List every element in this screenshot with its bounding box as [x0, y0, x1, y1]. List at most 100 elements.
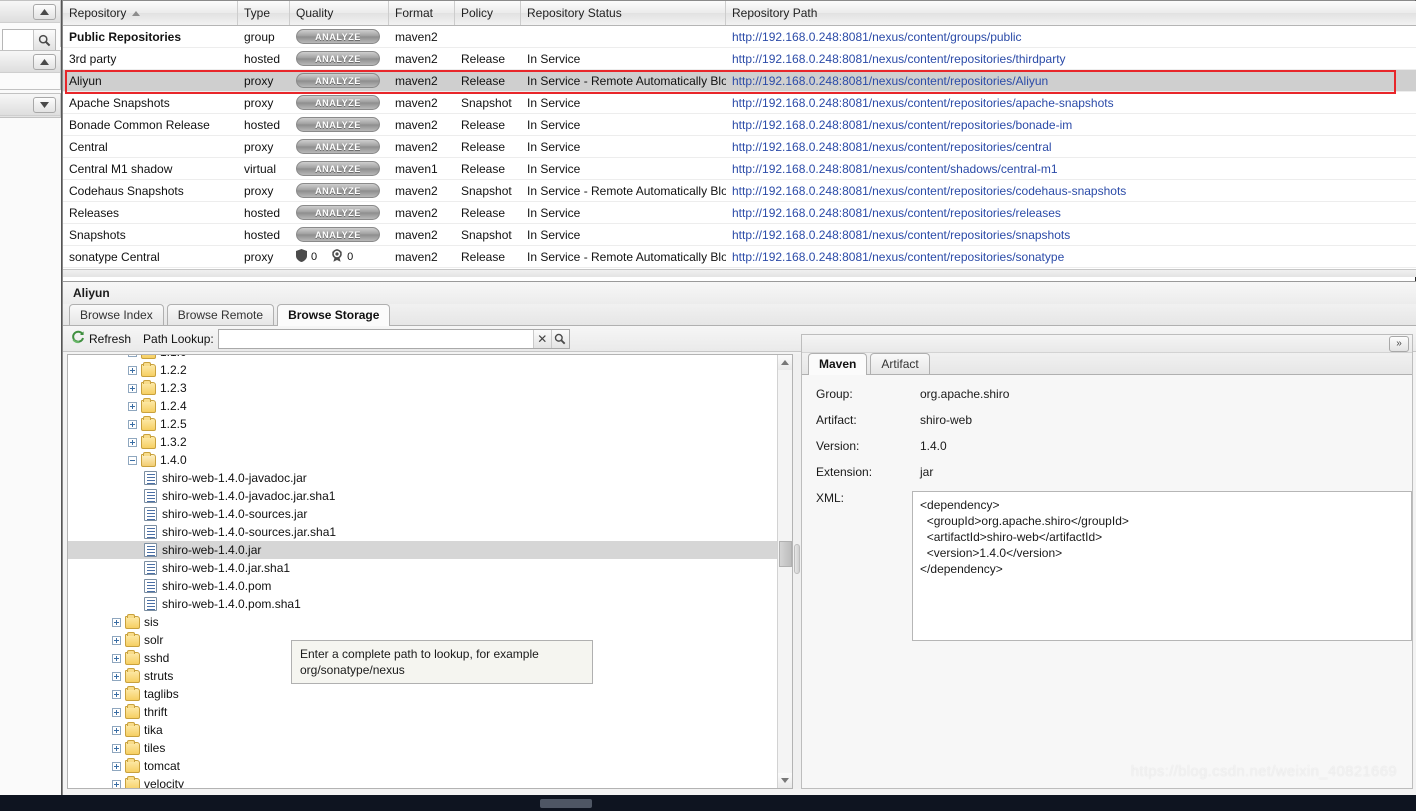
scroll-up-icon[interactable] — [778, 355, 792, 370]
xml-snippet[interactable]: <dependency> <groupId>org.apache.shiro</… — [912, 491, 1412, 641]
repository-path-link[interactable]: http://192.168.0.248:8081/nexus/content/… — [732, 52, 1066, 66]
tree-file-node[interactable]: shiro-web-1.4.0-sources.jar — [68, 505, 778, 523]
expand-node-icon[interactable] — [112, 653, 121, 663]
grid-column-header[interactable]: Repository Path — [726, 1, 1416, 25]
expand-node-icon[interactable] — [128, 383, 137, 393]
chevron-down-icon[interactable] — [33, 97, 56, 113]
tree-file-node[interactable]: shiro-web-1.4.0.jar — [68, 541, 778, 559]
expand-node-icon[interactable] — [128, 365, 137, 375]
horizontal-scrollbar-thumb[interactable] — [540, 799, 592, 808]
repository-path-link[interactable]: http://192.168.0.248:8081/nexus/content/… — [732, 162, 1058, 176]
analyze-button[interactable]: ANALYZE — [296, 139, 380, 154]
table-row[interactable]: Codehaus Snapshots proxy ANALYZE maven2 Snap… — [63, 180, 1416, 202]
analyze-button[interactable]: ANALYZE — [296, 183, 380, 198]
path-lookup-input[interactable] — [218, 329, 533, 348]
tree-folder-node[interactable]: sis — [68, 613, 778, 631]
sidebar-search[interactable] — [2, 29, 56, 52]
tab-maven[interactable]: Maven — [808, 353, 868, 375]
tree-folder-node[interactable]: tika — [68, 721, 778, 739]
expand-node-icon[interactable] — [128, 419, 137, 429]
tree-vertical-scrollbar[interactable] — [777, 355, 792, 788]
table-row[interactable]: Central M1 shadow virtual ANALYZE maven1 Rel… — [63, 158, 1416, 180]
table-row[interactable]: Bonade Common Release hosted ANALYZE maven2… — [63, 114, 1416, 136]
tree-file-node[interactable]: shiro-web-1.4.0-javadoc.jar — [68, 469, 778, 487]
search-icon[interactable] — [550, 329, 569, 348]
tree-folder-node[interactable]: thrift — [68, 703, 778, 721]
repository-path-link[interactable]: http://192.168.0.248:8081/nexus/content/… — [732, 250, 1064, 264]
expand-node-icon[interactable] — [112, 635, 121, 645]
expand-node-icon[interactable] — [112, 725, 121, 735]
tree-folder-node[interactable]: 1.2.4 — [68, 397, 778, 415]
search-input[interactable] — [3, 30, 33, 51]
tree-folder-node[interactable]: taglibs — [68, 685, 778, 703]
expand-node-icon[interactable] — [128, 437, 137, 447]
grid-column-header[interactable]: Repository Status — [521, 1, 726, 25]
tree-file-node[interactable]: shiro-web-1.4.0.pom — [68, 577, 778, 595]
refresh-button[interactable]: Refresh — [71, 330, 131, 347]
analyze-button[interactable]: ANALYZE — [296, 117, 380, 132]
expand-node-icon[interactable] — [112, 689, 121, 699]
repository-path-link[interactable]: http://192.168.0.248:8081/nexus/content/… — [732, 30, 1022, 44]
repository-path-link[interactable]: http://192.168.0.248:8081/nexus/content/… — [732, 96, 1114, 110]
tab-browse-remote[interactable]: Browse Remote — [166, 304, 275, 325]
expand-node-icon[interactable] — [112, 617, 121, 627]
expand-node-icon[interactable] — [128, 401, 137, 411]
repository-path-link[interactable]: http://192.168.0.248:8081/nexus/content/… — [732, 228, 1070, 242]
table-row[interactable]: Central proxy ANALYZE maven2 Release In Servi… — [63, 136, 1416, 158]
grid-column-header[interactable]: Repository — [63, 1, 238, 25]
repository-path-link[interactable]: http://192.168.0.248:8081/nexus/content/… — [732, 74, 1048, 88]
tree-folder-node[interactable]: 1.1.0 — [68, 355, 778, 361]
splitter-grip[interactable] — [794, 544, 800, 574]
expand-node-icon[interactable] — [112, 743, 121, 753]
repository-path-link[interactable]: http://192.168.0.248:8081/nexus/content/… — [732, 184, 1126, 198]
table-row[interactable]: Aliyun proxy ANALYZE maven2 Release In Servic… — [63, 70, 1416, 92]
analyze-button[interactable]: ANALYZE — [296, 227, 380, 242]
grid-column-header[interactable]: Format — [389, 1, 455, 25]
tree-folder-node[interactable]: 1.3.2 — [68, 433, 778, 451]
analyze-button[interactable]: ANALYZE — [296, 161, 380, 176]
tree-file-node[interactable]: shiro-web-1.4.0.pom.sha1 — [68, 595, 778, 613]
tree-scrollbar-thumb[interactable] — [779, 541, 792, 567]
expand-node-icon[interactable] — [112, 779, 121, 788]
table-row[interactable]: Snapshots hosted ANALYZE maven2 Snapshot In S… — [63, 224, 1416, 246]
table-row[interactable]: sonatype Central proxy 0 0 maven2 Release In S… — [63, 246, 1416, 268]
table-row[interactable]: Public Repositories group ANALYZE maven2 htt… — [63, 26, 1416, 48]
collapse-node-icon[interactable] — [128, 455, 137, 465]
expand-node-icon[interactable] — [128, 355, 137, 357]
expand-node-icon[interactable] — [112, 761, 121, 771]
tree-folder-node[interactable]: 1.2.3 — [68, 379, 778, 397]
tree-folder-node[interactable]: tomcat — [68, 757, 778, 775]
analyze-button[interactable]: ANALYZE — [296, 73, 380, 88]
tree-folder-node[interactable]: velocity — [68, 775, 778, 788]
repository-path-link[interactable]: http://192.168.0.248:8081/nexus/content/… — [732, 140, 1052, 154]
grid-column-header[interactable]: Quality — [290, 1, 389, 25]
tree-file-node[interactable]: shiro-web-1.4.0-javadoc.jar.sha1 — [68, 487, 778, 505]
tree-file-node[interactable]: shiro-web-1.4.0.jar.sha1 — [68, 559, 778, 577]
tree-folder-node[interactable]: tiles — [68, 739, 778, 757]
expand-node-icon[interactable] — [112, 671, 121, 681]
tree-folder-node[interactable]: 1.2.2 — [68, 361, 778, 379]
table-row[interactable]: Apache Snapshots proxy ANALYZE maven2 Snapsh… — [63, 92, 1416, 114]
tab-artifact[interactable]: Artifact — [870, 353, 930, 374]
scroll-down-icon[interactable] — [778, 773, 792, 788]
chevron-up-icon[interactable] — [33, 4, 56, 20]
repository-path-link[interactable]: http://192.168.0.248:8081/nexus/content/… — [732, 206, 1061, 220]
expand-panel-button[interactable]: » — [1389, 336, 1409, 352]
close-icon[interactable]: ✕ — [532, 329, 551, 348]
panel-splitter[interactable] — [793, 354, 801, 789]
tree-folder-node[interactable]: 1.2.5 — [68, 415, 778, 433]
table-row[interactable]: Releases hosted ANALYZE maven2 Release In Ser… — [63, 202, 1416, 224]
expand-node-icon[interactable] — [112, 707, 121, 717]
analyze-button[interactable]: ANALYZE — [296, 29, 380, 44]
table-row[interactable]: 3rd party hosted ANALYZE maven2 Release In Se… — [63, 48, 1416, 70]
search-icon[interactable] — [33, 30, 55, 51]
tab-browse-index[interactable]: Browse Index — [69, 304, 164, 325]
repository-path-link[interactable]: http://192.168.0.248:8081/nexus/content/… — [732, 118, 1072, 132]
chevron-up-icon[interactable] — [33, 54, 56, 70]
grid-column-header[interactable]: Policy — [455, 1, 521, 25]
grid-column-header[interactable]: Type — [238, 1, 290, 25]
analyze-button[interactable]: ANALYZE — [296, 51, 380, 66]
analyze-button[interactable]: ANALYZE — [296, 95, 380, 110]
tree-folder-node[interactable]: 1.4.0 — [68, 451, 778, 469]
storage-tree[interactable]: 1.1.0 1.2.2 1.2.3 1.2.4 1.2.5 1.3.2 1.4.0 shiro… — [67, 354, 793, 789]
